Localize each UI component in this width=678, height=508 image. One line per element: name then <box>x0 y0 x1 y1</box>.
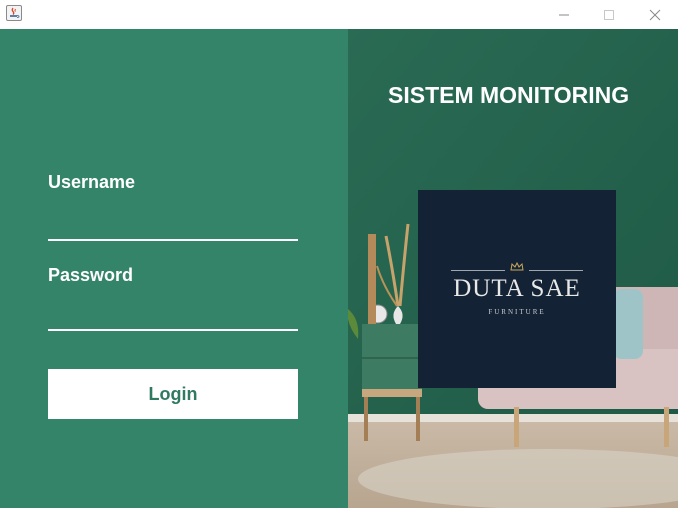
minimize-icon <box>559 14 569 15</box>
close-icon <box>649 9 661 20</box>
login-button[interactable]: Login <box>48 369 298 419</box>
maximize-icon <box>604 9 614 20</box>
crown-icon <box>510 262 524 271</box>
page-title: SISTEM MONITORING <box>388 82 630 108</box>
java-icon <box>6 5 22 21</box>
logo-name: DUTA SAE <box>453 275 581 302</box>
close-button[interactable] <box>632 0 678 29</box>
title-bar <box>0 0 678 29</box>
logo-subtitle: FURNITURE <box>488 308 546 316</box>
company-logo: DUTA SAE FURNITURE <box>418 190 616 388</box>
maximize-button[interactable] <box>586 0 632 29</box>
password-field[interactable] <box>48 303 298 331</box>
logo-divider-left <box>451 270 505 271</box>
logo-divider-right <box>529 270 583 271</box>
username-label: Username <box>48 172 136 192</box>
minimize-button[interactable] <box>541 0 587 29</box>
username-field[interactable] <box>48 213 298 241</box>
password-label: Password <box>48 265 134 285</box>
